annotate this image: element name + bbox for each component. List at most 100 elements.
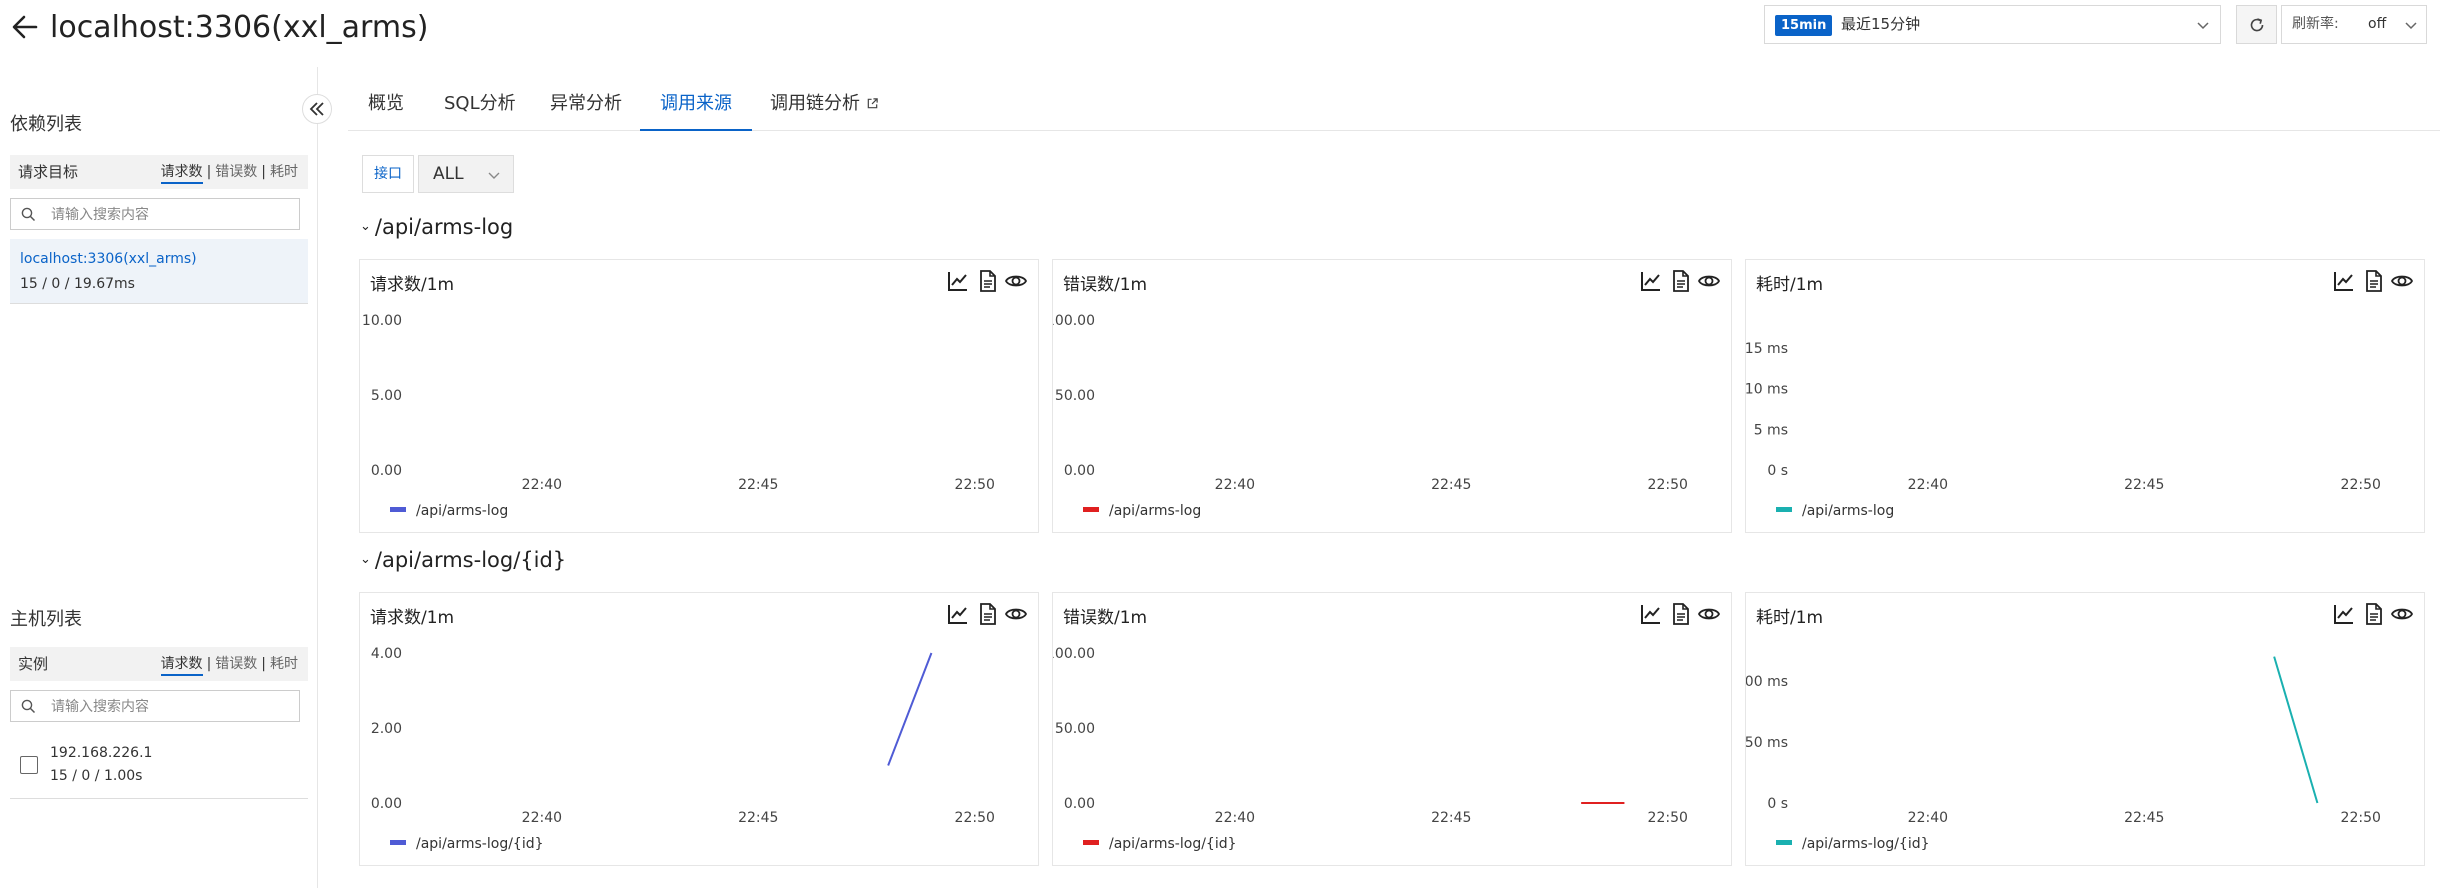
sort-by-errors[interactable]: 错误数 [215, 164, 257, 180]
x-tick-label: 22:50 [1648, 477, 1688, 493]
sort-by-requests[interactable]: 请求数 [160, 164, 203, 184]
time-range-label: 最近15分钟 [1841, 15, 1921, 33]
divider: | [261, 656, 266, 672]
divider: | [206, 164, 212, 180]
x-tick-label: 22:45 [2124, 810, 2164, 826]
legend-swatch [1083, 840, 1099, 845]
host-stats: 15 / 0 / 1.00s [50, 768, 143, 784]
dependency-search-input[interactable] [49, 202, 293, 228]
tab-exception-analysis[interactable]: 异常分析 [550, 84, 622, 129]
x-tick-label: 22:45 [1431, 477, 1471, 493]
external-link-icon [867, 98, 878, 109]
sort-by-requests[interactable]: 请求数 [160, 656, 203, 676]
host-filter-row: 实例 请求数 | 错误数 | 耗时 [10, 647, 308, 681]
divider: | [261, 164, 266, 180]
collapse-sidebar-button[interactable] [302, 94, 332, 124]
sort-by-latency[interactable]: 耗时 [270, 656, 298, 672]
api-group-title[interactable]: ⌄/api/arms-log/{id} [360, 548, 566, 572]
chart-panel: 耗时/1m 0 s5 ms 10 ms 15 ms 22:40 22:45 22:50/ap… [1745, 259, 2425, 533]
search-icon [21, 207, 36, 222]
x-tick-label: 22:40 [522, 477, 562, 493]
time-range-picker[interactable]: 15min 最近15分钟 [1764, 5, 2221, 44]
dependency-filter-label: 请求目标 [18, 163, 79, 181]
tab-trace-analysis[interactable]: 调用链分析 [770, 84, 879, 129]
line-chart: 0.00 50.00 100.00 22:40 22:45 22:50/api/arms-… [1053, 313, 1688, 519]
chevron-down-icon: ⌄ [360, 219, 371, 234]
legend-swatch [390, 840, 406, 845]
dependency-list-title: 依赖列表 [10, 114, 82, 135]
line-chart: 0 s 50 ms 100 ms 22:40 22:45 22:50/api/arms-l… [1746, 656, 2381, 852]
y-tick-label: 100.00 [1053, 646, 1095, 662]
api-group-title[interactable]: ⌄/api/arms-log [360, 215, 513, 239]
y-tick-label: 0.00 [1064, 796, 1095, 812]
dependency-name: localhost:3306(xxl_arms) [20, 251, 197, 267]
host-list-item[interactable]: 192.168.226.1 15 / 0 / 1.00s [10, 736, 308, 799]
api-select[interactable]: ALL [418, 155, 514, 193]
refresh-rate-select[interactable]: 刷新率: off [2281, 5, 2427, 44]
y-tick-label: 0.00 [371, 796, 402, 812]
chart-panel: 请求数/1m 0.00 5.00 10.00 22:40 22:45 22:50/api/a… [359, 259, 1039, 533]
host-list-title: 主机列表 [10, 609, 82, 630]
y-tick-label: 100 ms [1746, 674, 1788, 690]
legend-label[interactable]: /api/arms-log/{id} [1109, 836, 1237, 852]
chevron-down-icon [2405, 22, 2417, 30]
y-tick-label: 5.00 [371, 388, 402, 404]
legend-swatch [1083, 507, 1099, 512]
host-search [10, 690, 300, 722]
tab-bar: 概览 SQL分析 异常分析 调用来源 调用链分析 [348, 84, 2440, 131]
y-tick-label: 4.00 [371, 646, 402, 662]
legend-label[interactable]: /api/arms-log/{id} [416, 836, 544, 852]
refresh-button[interactable] [2236, 5, 2277, 44]
host-checkbox[interactable] [20, 756, 38, 774]
refresh-icon [2250, 18, 2264, 32]
y-tick-label: 50 ms [1746, 735, 1788, 751]
sort-by-errors[interactable]: 错误数 [215, 656, 257, 672]
api-select-value: ALL [433, 164, 464, 184]
sidebar-divider [317, 67, 318, 888]
x-tick-label: 22:50 [2341, 810, 2381, 826]
y-tick-label: 0 s [1767, 796, 1788, 812]
legend-label[interactable]: /api/arms-log [416, 503, 508, 519]
line-chart: 0.00 5.00 10.00 22:40 22:45 22:50/api/arms-lo… [362, 313, 995, 519]
legend-label[interactable]: /api/arms-log/{id} [1802, 836, 1930, 852]
legend-swatch [1776, 507, 1792, 512]
y-tick-label: 0.00 [1064, 463, 1095, 479]
legend-label[interactable]: /api/arms-log [1109, 503, 1201, 519]
api-group-name: /api/arms-log [374, 215, 514, 239]
host-filter-label: 实例 [18, 655, 49, 673]
y-tick-label: 50.00 [1055, 388, 1095, 404]
tab-trace-analysis-label: 调用链分析 [770, 93, 860, 114]
series-line [2273, 656, 2319, 804]
api-filter-text: 接口 [374, 166, 402, 182]
x-tick-label: 22:50 [1648, 810, 1688, 826]
tab-call-source[interactable]: 调用来源 [640, 84, 752, 131]
x-tick-label: 22:40 [1908, 477, 1948, 493]
x-tick-label: 22:50 [2341, 477, 2381, 493]
x-tick-label: 22:40 [1908, 810, 1948, 826]
host-search-input[interactable] [49, 694, 293, 720]
x-tick-label: 22:45 [738, 477, 778, 493]
search-icon [21, 699, 36, 714]
x-tick-label: 22:45 [738, 810, 778, 826]
chart-panel: 请求数/1m 0.00 2.00 4.00 22:40 22:45 22:50/api/ar… [359, 592, 1039, 866]
back-arrow-icon[interactable] [8, 10, 42, 44]
y-tick-label: 100.00 [1053, 313, 1095, 329]
tab-sql-analysis[interactable]: SQL分析 [444, 84, 516, 129]
collapse-left-icon [309, 102, 324, 116]
y-tick-label: 10.00 [362, 313, 402, 329]
dependency-list-item[interactable]: localhost:3306(xxl_arms) 15 / 0 / 19.67m… [10, 239, 308, 304]
chart-panel: 耗时/1m0 s50 ms100 ms22:4022:4522:50/api/a… [1745, 592, 2425, 866]
sort-by-latency[interactable]: 耗时 [270, 164, 298, 180]
tab-overview[interactable]: 概览 [368, 84, 404, 129]
x-tick-label: 22:50 [955, 477, 995, 493]
host-ip: 192.168.226.1 [50, 745, 153, 761]
api-filter-label: 接口 [362, 155, 414, 193]
legend-label[interactable]: /api/arms-log [1802, 503, 1894, 519]
time-range-badge: 15min [1775, 15, 1833, 36]
y-tick-label: 15 ms [1746, 341, 1788, 357]
line-chart: 0 s 5 ms 10 ms 15 ms 22:40 22:45 22:50/api/arm… [1746, 341, 2381, 519]
chevron-down-icon [488, 172, 500, 179]
x-tick-label: 22:40 [1215, 477, 1255, 493]
y-tick-label: 2.00 [371, 721, 402, 737]
y-tick-label: 5 ms [1754, 422, 1788, 438]
